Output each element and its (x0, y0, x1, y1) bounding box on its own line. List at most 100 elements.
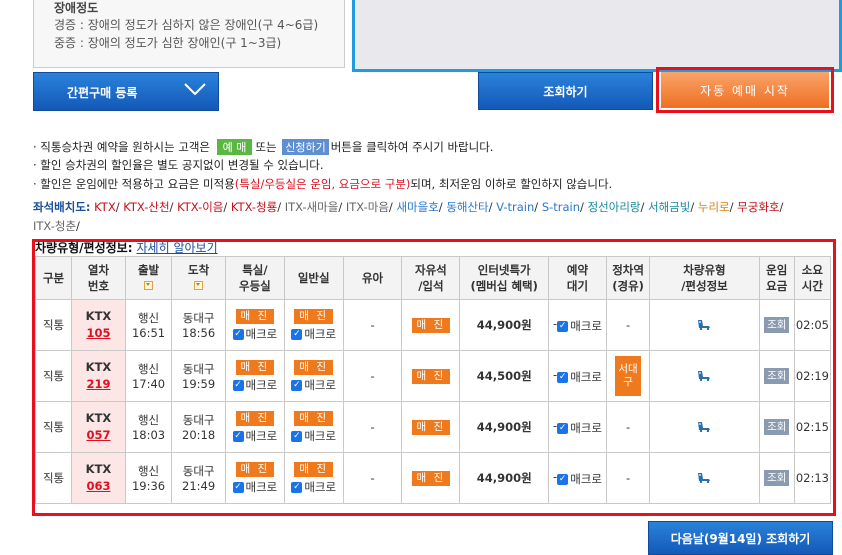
fare-lookup-button[interactable]: 조회 (764, 317, 790, 333)
seat-layout-link[interactable]: 무궁화호 (737, 200, 779, 214)
column-header-label: 유아 (361, 271, 384, 285)
cell-economy: 매 진 ✓ 매크로 (283, 299, 344, 351)
cell-train-no: KTX 219 (71, 350, 126, 402)
next-day-button[interactable]: 다음날(9월14일) 조회하기 (648, 521, 833, 555)
train-name: KTX (85, 309, 112, 323)
column-header: 특실/ 우등실 (224, 256, 285, 300)
arrival-station: 동대구 (182, 413, 215, 427)
seat-layout-link[interactable]: KTX-이음 (177, 200, 223, 214)
economy-soldout-button[interactable]: 매 진 (294, 411, 334, 426)
standing-soldout-button[interactable]: 매 진 (411, 318, 451, 333)
cell-first-class: 매 진 ✓ 매크로 (224, 299, 285, 351)
standing-soldout-button[interactable]: 매 진 (411, 369, 451, 384)
seat-layout-link[interactable]: KTX-산천 (123, 200, 169, 214)
column-header-label: 예약 대기 (566, 263, 589, 293)
seat-layout-link[interactable]: 동해산타 (446, 200, 488, 214)
macro-checkbox[interactable]: ✓ 매크로 (291, 428, 336, 444)
seat-layout-link[interactable]: 새마을호 (396, 200, 438, 214)
first-class-soldout-button[interactable]: 매 진 (235, 360, 275, 375)
seat-layout-link[interactable]: ITX-청춘 (33, 219, 76, 233)
macro-checkbox[interactable]: ✓ 매크로 (232, 428, 277, 444)
macro-checkbox[interactable]: ✓ 매크로 (232, 326, 277, 342)
details-link[interactable]: 자세히 알아보기 (137, 241, 218, 255)
macro-checkbox[interactable]: ✓ 매크로 (291, 326, 336, 342)
cell-train-no: KTX 105 (71, 299, 126, 351)
train-car-icon[interactable] (696, 369, 712, 381)
disability-severe: 중증 : 장애의 정도가 심한 장애인(구 1~3급) (54, 36, 282, 50)
seat-layout-link[interactable]: 누리로 (698, 200, 730, 214)
check-icon: ✓ (291, 379, 303, 391)
cell-fare: 조회 (758, 452, 795, 504)
standing-soldout-button[interactable]: 매 진 (411, 420, 451, 435)
column-header-label: 구분 (42, 271, 65, 285)
standing-soldout-button[interactable]: 매 진 (411, 471, 451, 486)
cell-arrival: 동대구 18:56 (171, 299, 226, 351)
seat-layout-link[interactable]: 정선아리랑 (588, 200, 641, 214)
duration: 02:15 (795, 420, 829, 434)
chevron-down-icon (184, 83, 206, 95)
macro-checkbox[interactable]: ✓ 매크로 (291, 377, 336, 393)
train-car-icon[interactable] (696, 318, 712, 330)
macro-checkbox[interactable]: ✓ 매크로 (557, 318, 602, 334)
economy-soldout-button[interactable]: 매 진 (294, 360, 334, 375)
macro-checkbox[interactable]: ✓ 매크로 (232, 479, 277, 495)
departure-station: 행신 (137, 413, 160, 427)
train-number-link[interactable]: 063 (86, 479, 110, 493)
macro-checkbox[interactable]: ✓ 매크로 (557, 369, 602, 385)
check-icon: ✓ (557, 473, 569, 485)
train-name: KTX (85, 411, 112, 425)
quick-register-button[interactable]: 간편구매 등록 (33, 72, 219, 111)
fare-lookup-button[interactable]: 조회 (764, 419, 790, 435)
macro-label: 매크로 (304, 480, 337, 494)
seat-layout-link[interactable]: 서해금빛 (648, 200, 690, 214)
first-class-soldout-button[interactable]: 매 진 (235, 411, 275, 426)
sort-icon[interactable] (194, 281, 204, 290)
macro-checkbox[interactable]: ✓ 매크로 (557, 471, 602, 487)
macro-label: 매크로 (570, 421, 602, 435)
economy-soldout-button[interactable]: 매 진 (294, 462, 334, 477)
cell-arrival: 동대구 21:49 (171, 452, 226, 504)
column-header-label: 차량유형 /편성정보 (681, 263, 728, 293)
departure-time: 16:51 (131, 326, 166, 340)
stop-station-button[interactable]: 서대구 (615, 356, 642, 396)
cell-fare: 조회 (758, 299, 795, 351)
macro-label: 매크로 (304, 429, 337, 443)
cell-economy: 매 진 ✓ 매크로 (283, 350, 344, 402)
train-number-link[interactable]: 057 (86, 428, 110, 442)
column-header-label: 자유석 /입석 (415, 263, 447, 293)
cell-wait: - ✓ 매크로 (548, 299, 607, 351)
cell-vehicle-info (649, 452, 760, 504)
cell-duration: 02:13 (793, 452, 832, 504)
disability-info-box: 장애정도 경증 : 장애의 정도가 심하지 않은 장애인(구 4~6급) 중증 … (33, 0, 345, 68)
train-car-icon[interactable] (696, 471, 712, 483)
sort-icon[interactable] (144, 281, 154, 290)
seat-layout-link[interactable]: KTX-청룡 (231, 200, 277, 214)
auto-reserve-button[interactable]: 자동 예매 시작 (661, 72, 829, 108)
cell-internet-price: 44,900원 (459, 299, 550, 351)
lookup-button[interactable]: 조회하기 (478, 72, 653, 110)
notice-3: · 할인은 운임에만 적용하고 요금은 미적용(특실/우등실은 운임, 요금으로… (33, 176, 612, 192)
first-class-soldout-button[interactable]: 매 진 (235, 309, 275, 324)
table-row: 직통 KTX 057 행신 18:03 동대구 20:18 매 진 ✓ 매크로 매 진 ✓ 매크로 - 매 … (34, 401, 832, 453)
fare-lookup-button[interactable]: 조회 (764, 470, 790, 486)
seat-layout-link[interactable]: KTX (94, 200, 116, 214)
seat-layout-link[interactable]: S-train (542, 200, 580, 214)
train-car-icon[interactable] (696, 420, 712, 432)
first-class-soldout-button[interactable]: 매 진 (235, 462, 275, 477)
macro-label: 매크로 (570, 370, 602, 384)
duration: 02:05 (795, 318, 829, 332)
train-number-link[interactable]: 105 (86, 326, 110, 340)
seat-layout-link[interactable]: ITX-마음 (346, 200, 389, 214)
macro-checkbox[interactable]: ✓ 매크로 (232, 377, 277, 393)
cell-standing: 매 진 (401, 401, 461, 453)
column-header: 도착 (171, 256, 226, 300)
fare-lookup-button[interactable]: 조회 (764, 368, 790, 384)
economy-soldout-button[interactable]: 매 진 (294, 309, 334, 324)
seat-layout-link[interactable]: V-train (496, 200, 534, 214)
train-type: 직통 (42, 420, 65, 434)
train-number-link[interactable]: 219 (86, 377, 110, 391)
macro-checkbox[interactable]: ✓ 매크로 (291, 479, 336, 495)
seat-layout-link[interactable]: ITX-새마을 (285, 200, 339, 214)
table-row: 직통 KTX 063 행신 19:36 동대구 21:49 매 진 ✓ 매크로 매 진 ✓ 매크로 - 매 … (34, 452, 832, 504)
macro-checkbox[interactable]: ✓ 매크로 (557, 420, 602, 436)
